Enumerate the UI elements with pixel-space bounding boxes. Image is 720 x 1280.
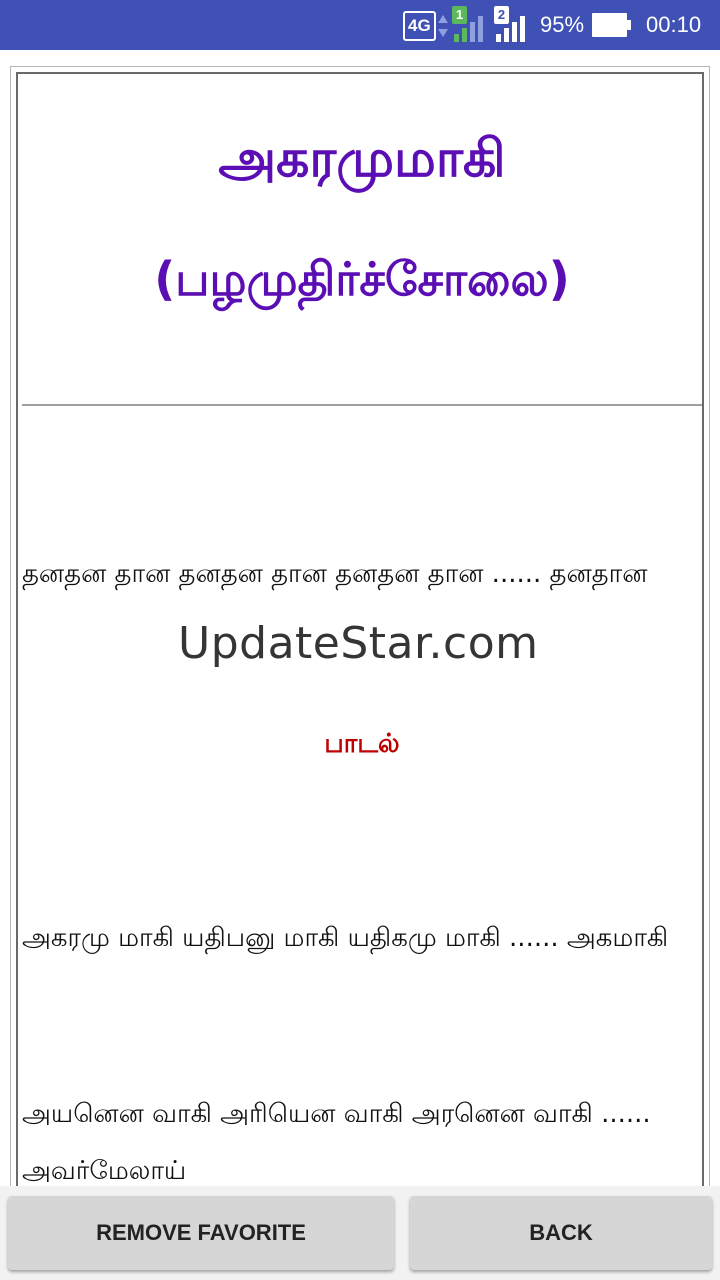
watermark-text: UpdateStar.com <box>178 618 539 669</box>
remove-favorite-button[interactable]: REMOVE FAVORITE <box>8 1196 394 1270</box>
network-type-badge: 4G <box>403 11 436 41</box>
clock: 00:10 <box>646 12 702 37</box>
divider <box>22 404 702 406</box>
signal-icon <box>454 16 483 42</box>
page-title-line1: அகரமுமாகி <box>218 129 506 189</box>
battery-percent: 95% <box>540 12 585 37</box>
status-bar: 4G 1 2 95% 00:10 <box>0 0 720 50</box>
page-title: அகரமுமாகி (பழமுதிர்ச்சோலை) <box>18 74 702 404</box>
song-heading: பாடல் <box>324 729 400 759</box>
data-activity-icon <box>438 15 448 37</box>
battery-icon <box>592 13 631 37</box>
verse-line-2: அயனென வாகி அரியென வாகி அரனென வாகி ......… <box>22 1099 651 1186</box>
back-button[interactable]: BACK <box>410 1196 712 1270</box>
signal-icon-sim2 <box>496 16 525 42</box>
page-title-line2: (பழமுதிர்ச்சோலை) <box>154 252 570 306</box>
rhythm-line: தனதன தான தனதன தான தனதன தான ...... தனதான <box>22 559 648 589</box>
verse-line-1: அகரமு மாகி யதிபனு மாகி யதிகமு மாகி .....… <box>22 923 669 953</box>
